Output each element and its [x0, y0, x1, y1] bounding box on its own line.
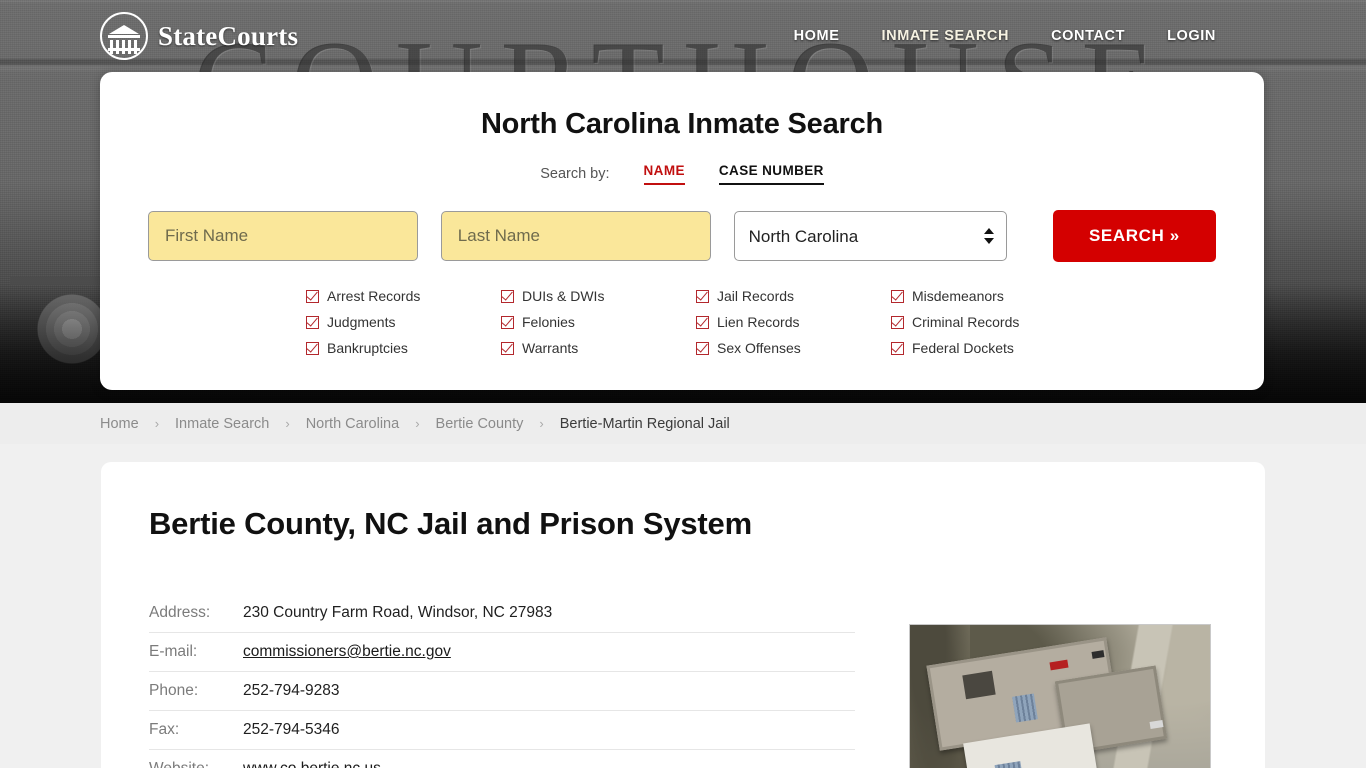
chevron-right-icon: ›	[539, 416, 544, 431]
site-logo[interactable]: StateCourts	[100, 12, 298, 60]
checkbox-checked-icon	[696, 341, 709, 355]
facility-details-card: Bertie County, NC Jail and Prison System…	[101, 462, 1265, 768]
state-select-wrapper: North Carolina	[733, 211, 1007, 261]
checkbox-checked-icon	[891, 315, 904, 329]
breadcrumb-item-bertie-county[interactable]: Bertie County	[436, 416, 524, 432]
checkbox-checked-icon	[696, 315, 709, 329]
search-by-label: Search by:	[540, 166, 610, 182]
table-row: Address: 230 Country Farm Road, Windsor,…	[149, 594, 855, 633]
breadcrumb-item-current: Bertie-Martin Regional Jail	[559, 415, 730, 432]
checkbox-checked-icon	[306, 341, 319, 355]
checkbox-checked-icon	[306, 289, 319, 303]
info-label: Address:	[149, 604, 211, 621]
breadcrumb: Home › Inmate Search › North Carolina › …	[0, 403, 1366, 444]
record-type-label: Jail Records	[717, 288, 795, 304]
courthouse-logo-icon	[100, 12, 148, 60]
record-type-label: Federal Dockets	[912, 340, 1014, 356]
search-button[interactable]: SEARCH »	[1052, 210, 1217, 262]
checkbox-checked-icon	[696, 289, 709, 303]
info-label: E-mail:	[149, 643, 198, 660]
first-name-input[interactable]	[148, 211, 418, 261]
record-type-item[interactable]: Sex Offenses	[696, 340, 891, 356]
search-by-row: Search by: NAME CASE NUMBER	[148, 163, 1216, 185]
record-type-item[interactable]: Federal Dockets	[891, 340, 1086, 356]
table-row: E-mail: commissioners@bertie.nc.gov	[149, 632, 855, 672]
record-type-label: Warrants	[522, 340, 579, 356]
record-type-label: Bankruptcies	[327, 340, 408, 356]
record-type-item[interactable]: Bankruptcies	[306, 340, 501, 356]
checkbox-checked-icon	[501, 341, 514, 355]
info-value-website: www.co.bertie.nc.us	[243, 750, 855, 768]
info-value-phone: 252-794-9283	[243, 682, 340, 699]
nav-item-contact[interactable]: CONTACT	[1051, 28, 1125, 44]
record-type-item[interactable]: Warrants	[501, 340, 696, 356]
info-value-fax: 252-794-5346	[243, 721, 340, 738]
top-navigation-bar: StateCourts HOME INMATE SEARCH CONTACT L…	[0, 0, 1366, 72]
record-type-label: Judgments	[327, 314, 396, 330]
tab-search-by-case-number[interactable]: CASE NUMBER	[718, 163, 824, 185]
checkbox-checked-icon	[891, 341, 904, 355]
breadcrumb-item-home[interactable]: Home	[100, 416, 139, 432]
record-type-item[interactable]: DUIs & DWIs	[501, 288, 696, 304]
record-type-item[interactable]: Felonies	[501, 314, 696, 330]
facility-details-left: Bertie County, NC Jail and Prison System…	[149, 506, 855, 768]
brand-name: StateCourts	[158, 20, 299, 51]
chevron-right-icon: ›	[415, 416, 420, 431]
info-label: Website:	[149, 750, 243, 768]
facility-aerial-photo	[909, 624, 1211, 768]
checkbox-checked-icon	[891, 289, 904, 303]
chevron-right-icon: ›	[285, 416, 290, 431]
breadcrumb-item-inmate-search[interactable]: Inmate Search	[175, 416, 269, 432]
record-type-label: Misdemeanors	[912, 288, 1004, 304]
record-type-item[interactable]: Jail Records	[696, 288, 891, 304]
page-title: Bertie County, NC Jail and Prison System	[149, 506, 752, 541]
main-nav: HOME INMATE SEARCH CONTACT LOGIN	[794, 28, 1216, 44]
info-value-address: 230 Country Farm Road, Windsor, NC 27983	[243, 604, 553, 621]
table-row: Phone: 252-794-9283	[149, 671, 855, 711]
nav-item-login[interactable]: LOGIN	[1167, 28, 1216, 44]
checkbox-checked-icon	[306, 315, 319, 329]
record-type-label: Lien Records	[717, 314, 800, 330]
inmate-search-card: North Carolina Inmate Search Search by: …	[100, 72, 1264, 390]
record-type-label: Felonies	[522, 314, 575, 330]
tab-search-by-name[interactable]: NAME	[643, 163, 685, 185]
photo-courtyard	[962, 670, 996, 700]
state-select[interactable]: North Carolina	[733, 211, 1007, 261]
last-name-input[interactable]	[440, 211, 711, 261]
record-type-label: Criminal Records	[912, 314, 1020, 330]
record-type-label: Sex Offenses	[717, 340, 801, 356]
nav-item-home[interactable]: HOME	[794, 28, 840, 44]
checkbox-checked-icon	[501, 289, 514, 303]
record-type-item[interactable]: Judgments	[306, 314, 501, 330]
record-type-item[interactable]: Misdemeanors	[891, 288, 1086, 304]
facility-info-table: Address: 230 Country Farm Road, Windsor,…	[149, 594, 855, 768]
info-label: Fax:	[149, 721, 180, 738]
info-label: Phone:	[149, 682, 199, 699]
table-row: Website: www.co.bertie.nc.us	[149, 749, 855, 768]
email-link[interactable]: commissioners@bertie.nc.gov	[243, 643, 451, 660]
search-fields-row: North Carolina SEARCH »	[148, 210, 1217, 262]
breadcrumb-item-north-carolina[interactable]: North Carolina	[306, 416, 400, 432]
photo-skylight-a	[1012, 693, 1038, 723]
hero-header: COURTHOUSE StateCourts HOME INMATE SEARC…	[0, 0, 1366, 403]
info-value-email: commissioners@bertie.nc.gov	[243, 633, 855, 672]
page-body: Bertie County, NC Jail and Prison System…	[0, 444, 1366, 768]
record-type-item[interactable]: Lien Records	[696, 314, 891, 330]
record-type-list: Arrest Records DUIs & DWIs Jail Records …	[148, 288, 1216, 356]
record-type-label: Arrest Records	[327, 288, 421, 304]
nav-item-inmate-search[interactable]: INMATE SEARCH	[882, 28, 1010, 44]
chevron-right-icon: ›	[154, 416, 160, 431]
record-type-label: DUIs & DWIs	[522, 288, 605, 304]
record-type-item[interactable]: Criminal Records	[891, 314, 1086, 330]
record-type-item[interactable]: Arrest Records	[306, 288, 501, 304]
checkbox-checked-icon	[501, 315, 514, 329]
search-title: North Carolina Inmate Search	[480, 108, 884, 140]
table-row: Fax: 252-794-5346	[149, 710, 855, 750]
website-link[interactable]: www.co.bertie.nc.us	[243, 760, 381, 768]
